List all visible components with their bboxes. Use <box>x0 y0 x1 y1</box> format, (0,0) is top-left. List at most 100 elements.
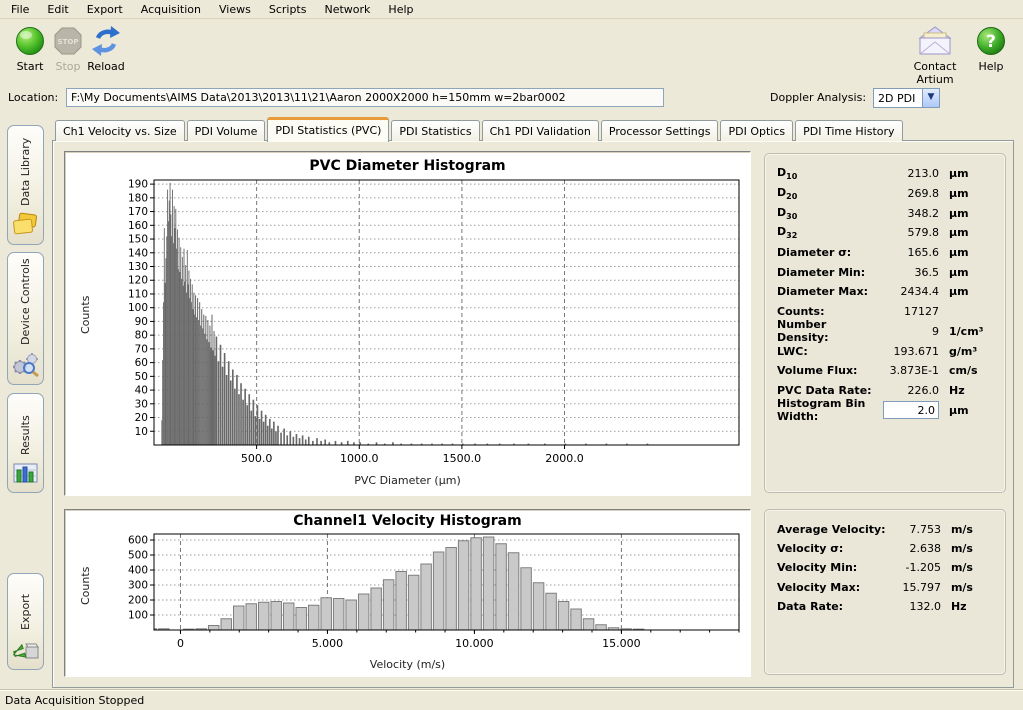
svg-text:40: 40 <box>135 385 148 397</box>
doppler-analysis-value: 2D PDI <box>874 92 922 105</box>
stat-label: D20 <box>777 186 879 201</box>
stat-value: 579.8 <box>879 226 939 239</box>
sidebar-item-export[interactable]: Export <box>7 573 44 670</box>
tab-pdi-statistics-pvc[interactable]: PDI Statistics (PVC) <box>267 117 389 142</box>
menu-item-export[interactable]: Export <box>78 1 132 18</box>
location-field[interactable]: F:\My Documents\AIMS Data\2013\2013\11\2… <box>66 88 664 107</box>
svg-text:600: 600 <box>128 535 148 547</box>
status-bar: Data Acquisition Stopped <box>0 690 1023 710</box>
tab-pdi-optics[interactable]: PDI Optics <box>720 120 793 141</box>
stat-label: Average Velocity: <box>777 523 895 536</box>
stat-label: Diameter Min: <box>777 266 879 279</box>
stat-row-data-rate: Data Rate:132.0Hz <box>777 597 995 616</box>
tab-ch1-pdi-validation[interactable]: Ch1 PDI Validation <box>482 120 599 141</box>
stat-row-velocity: Velocity σ:2.638m/s <box>777 539 995 558</box>
sidebar-item-label: Export <box>19 574 32 632</box>
stat-label: Velocity σ: <box>777 542 895 555</box>
stat-label: Diameter Max: <box>777 285 879 298</box>
menu-item-help[interactable]: Help <box>379 1 422 18</box>
svg-text:500: 500 <box>128 550 148 562</box>
menu-item-acquisition[interactable]: Acquisition <box>132 1 210 18</box>
stat-unit: µm <box>949 246 995 259</box>
menu-item-views[interactable]: Views <box>210 1 260 18</box>
reload-icon <box>78 24 134 58</box>
stat-value: 132.0 <box>895 600 941 613</box>
tab-pdi-volume[interactable]: PDI Volume <box>187 120 266 141</box>
help-button[interactable]: ? Help <box>968 24 1014 73</box>
tab-ch1-velocity-vs-size[interactable]: Ch1 Velocity vs. Size <box>55 120 185 141</box>
svg-text:50: 50 <box>135 371 148 383</box>
tab-pdi-statistics[interactable]: PDI Statistics <box>391 120 479 141</box>
stat-label: Number Density: <box>777 318 879 344</box>
reload-label: Reload <box>78 60 134 73</box>
stat-value: 226.0 <box>879 384 939 397</box>
svg-text:STOP: STOP <box>58 38 79 46</box>
sidebar-item-device-controls[interactable]: Device Controls <box>7 252 44 385</box>
svg-text:140: 140 <box>128 247 148 259</box>
help-label: Help <box>968 60 1014 73</box>
stat-value: 213.0 <box>879 167 939 180</box>
y-axis-label: Counts <box>79 567 92 605</box>
stat-value: 9 <box>879 325 939 338</box>
stat-value: 17127 <box>879 305 939 318</box>
svg-text:170: 170 <box>128 206 148 218</box>
histogram-bin-width-input[interactable] <box>883 401 939 419</box>
menu-item-edit[interactable]: Edit <box>38 1 77 18</box>
contact-artium-button[interactable]: Contact Artium <box>898 24 972 86</box>
stat-label: Velocity Max: <box>777 581 895 594</box>
tab-pdi-time-history[interactable]: PDI Time History <box>795 120 902 141</box>
svg-text:300: 300 <box>128 580 148 592</box>
stat-unit: cm/s <box>949 364 995 377</box>
stat-value: 348.2 <box>879 207 939 220</box>
sidebar-item-label: Device Controls <box>19 253 32 347</box>
stat-row-d10: D10213.0µm <box>777 164 995 184</box>
export-arrow-icon <box>12 636 39 665</box>
pvc-diameter-histogram-plot: 1020304050607080901001101201301401501601… <box>65 152 752 497</box>
stat-row-velocity-min: Velocity Min:-1.205m/s <box>777 558 995 577</box>
location-row: Location: F:\My Documents\AIMS Data\2013… <box>0 86 1023 110</box>
stat-label: PVC Data Rate: <box>777 384 879 397</box>
svg-text:400: 400 <box>128 565 148 577</box>
menu-bar: FileEditExportAcquisitionViewsScriptsNet… <box>0 0 1023 19</box>
doppler-analysis-dropdown[interactable]: 2D PDI ▼ <box>873 88 940 108</box>
stat-row-diameter-min: Diameter Min:36.5µm <box>777 262 995 282</box>
svg-text:90: 90 <box>135 316 148 328</box>
stat-value: 7.753 <box>895 523 941 536</box>
menu-item-scripts[interactable]: Scripts <box>260 1 316 18</box>
x-axis-label: PVC Diameter (µm) <box>65 474 750 487</box>
tab-processor-settings[interactable]: Processor Settings <box>601 120 719 141</box>
svg-text:5.000: 5.000 <box>312 637 344 650</box>
svg-text:70: 70 <box>135 343 148 355</box>
stat-row-lwc: LWC:193.671g/m³ <box>777 341 995 361</box>
stat-row-volume-flux: Volume Flux:3.873E-1cm/s <box>777 361 995 381</box>
menu-item-file[interactable]: File <box>2 1 38 18</box>
svg-text:1500.0: 1500.0 <box>443 452 482 465</box>
stat-label: LWC: <box>777 345 879 358</box>
stat-label: Volume Flux: <box>777 364 879 377</box>
stat-label: Velocity Min: <box>777 561 895 574</box>
stat-label: Diameter σ: <box>777 246 879 259</box>
sidebar-item-data-library[interactable]: Data Library <box>7 125 44 245</box>
velocity-histogram-panel: Channel1 Velocity Histogram 100200300400… <box>64 509 751 677</box>
svg-text:100: 100 <box>128 302 148 314</box>
menu-item-network[interactable]: Network <box>315 1 379 18</box>
y-axis-label: Counts <box>79 296 92 334</box>
stat-label: D30 <box>777 206 879 221</box>
app-window: FileEditExportAcquisitionViewsScriptsNet… <box>0 0 1023 710</box>
svg-text:15.000: 15.000 <box>602 637 641 650</box>
stat-label: Counts: <box>777 305 879 318</box>
stat-unit: µm <box>949 167 995 180</box>
sidebar-item-results[interactable]: Results <box>7 393 44 493</box>
svg-text:10: 10 <box>135 426 148 438</box>
velocity-statistics-panel: Average Velocity:7.753 m/s Velocity σ:2.63… <box>764 509 1006 675</box>
stat-unit: m/s <box>951 561 995 574</box>
contact-artium-label: Contact Artium <box>898 60 972 86</box>
reload-button[interactable]: Reload <box>78 24 134 73</box>
envelope-icon <box>898 24 972 58</box>
pvc-diameter-histogram-panel: PVC Diameter Histogram 10203040506070809… <box>64 151 751 496</box>
chevron-down-icon[interactable]: ▼ <box>922 89 939 107</box>
stat-row-d32: D32579.8µm <box>777 223 995 243</box>
stat-value: 15.797 <box>895 581 941 594</box>
stat-row-diameter-max: Diameter Max:2434.4µm <box>777 282 995 302</box>
stat-unit: m/s <box>951 581 995 594</box>
